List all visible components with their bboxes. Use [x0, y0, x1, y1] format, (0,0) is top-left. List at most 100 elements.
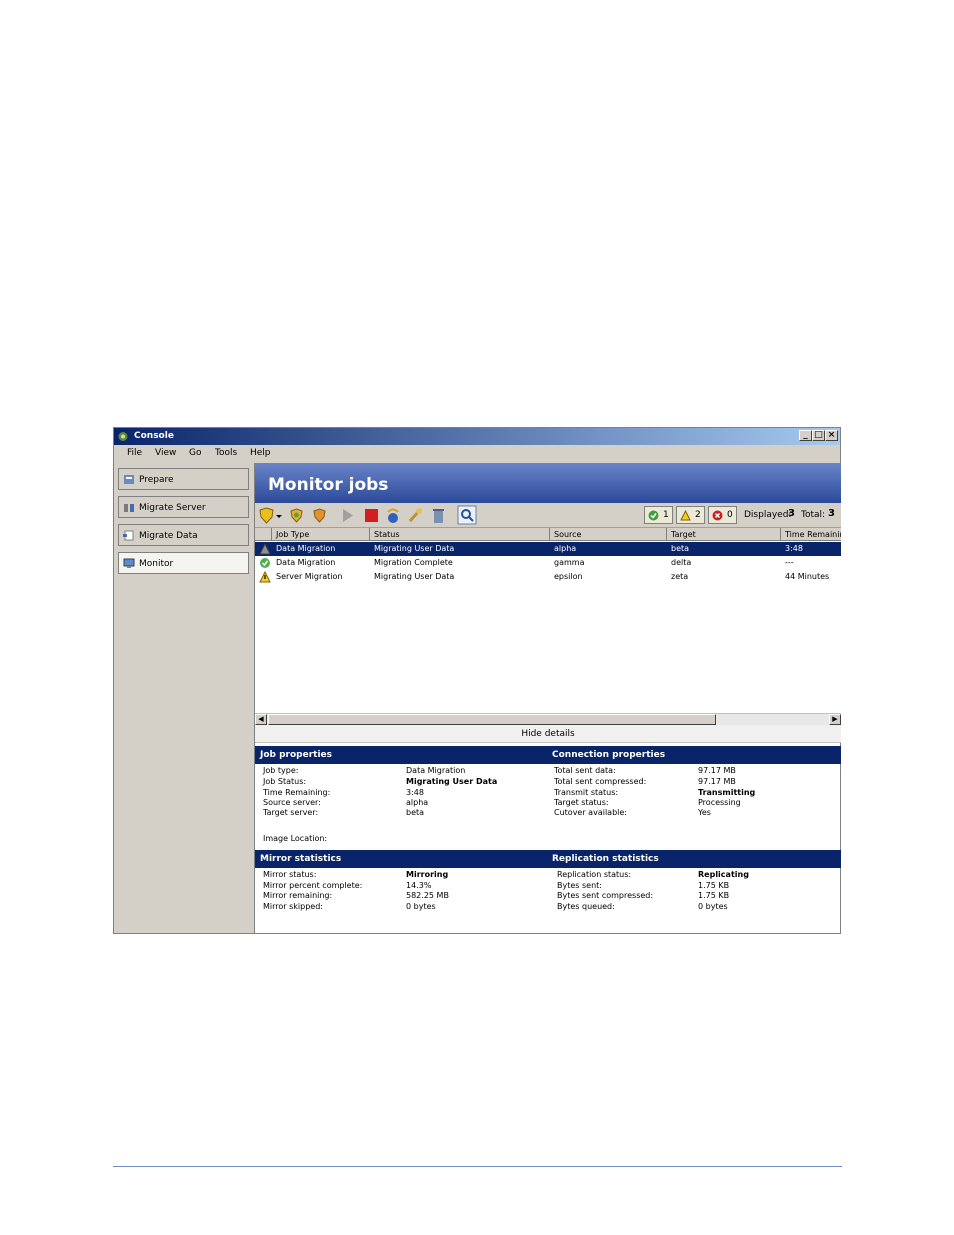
start-icon[interactable] — [339, 507, 356, 524]
cell-source: gamma — [554, 558, 585, 567]
ok-count: 1 — [663, 510, 669, 520]
prop-value: 97.17 MB — [698, 777, 736, 786]
close-button[interactable]: × — [825, 430, 838, 441]
header-job-type[interactable]: Job Type — [272, 528, 370, 541]
minimize-button[interactable]: _ — [799, 430, 812, 441]
edit-shield-icon[interactable] — [311, 507, 328, 524]
prop-value: 3:48 — [406, 788, 424, 797]
table-row[interactable]: Data Migration Migration Complete gamma … — [255, 556, 841, 570]
cell-time-remaining: 3:48 — [785, 544, 803, 553]
statistics-header-bar: Mirror statistics Replication statistics — [255, 850, 841, 868]
maximize-button[interactable]: □ — [812, 430, 825, 441]
menu-view[interactable]: View — [155, 448, 176, 458]
cell-target: beta — [671, 544, 690, 553]
cell-status: Migration Complete — [374, 558, 453, 567]
cell-source: epsilon — [554, 572, 583, 581]
warning-job-icon — [259, 571, 271, 583]
prepare-icon — [124, 475, 134, 484]
cell-target: zeta — [671, 572, 689, 581]
nav-monitor-label: Monitor — [139, 559, 174, 569]
table-row[interactable]: Server Migration Migrating User Data eps… — [255, 570, 841, 584]
nav-prepare[interactable]: Prepare — [118, 468, 249, 490]
delete-icon[interactable] — [430, 507, 447, 524]
header-source[interactable]: Source — [550, 528, 667, 541]
table-row[interactable]: Data Migration Migrating User Data alpha… — [255, 542, 841, 556]
menu-go[interactable]: Go — [189, 448, 201, 458]
cell-time-remaining: --- — [785, 558, 794, 567]
warning-counter[interactable]: 2 — [676, 506, 705, 524]
tools-icon[interactable] — [407, 507, 424, 524]
menu-help[interactable]: Help — [250, 448, 271, 458]
ok-counter[interactable]: 1 — [644, 506, 673, 524]
cell-time-remaining: 44 Minutes — [785, 572, 830, 581]
prop-label: Transmit status: — [554, 788, 619, 797]
cell-job-type: Data Migration — [276, 558, 336, 567]
hide-details-button[interactable]: Hide details — [255, 725, 841, 743]
header-target[interactable]: Target — [667, 528, 781, 541]
prop-label: Cutover available: — [554, 808, 627, 817]
grid-header: Job Type Status Source Target Time Remai… — [255, 528, 841, 541]
scroll-left-arrow-icon[interactable]: ◀ — [255, 714, 267, 725]
cell-status: Migrating User Data — [374, 572, 455, 581]
nav-monitor[interactable]: Monitor — [118, 552, 249, 574]
stop-icon[interactable] — [363, 507, 380, 524]
navigation-pane: Prepare Migrate Server Migrate Data Moni… — [114, 463, 253, 933]
connection-properties-header: Connection properties — [552, 750, 666, 760]
stat-label: Replication status: — [557, 870, 632, 879]
prop-value: Processing — [698, 798, 741, 807]
warning-status-icon — [680, 510, 691, 521]
prop-label: Job type: — [263, 766, 299, 775]
migrate-data-icon — [123, 530, 134, 541]
prop-label: Job Status: — [263, 777, 307, 786]
job-properties-header: Job properties — [260, 750, 333, 760]
scroll-right-arrow-icon[interactable]: ▶ — [829, 714, 841, 725]
scroll-thumb[interactable] — [268, 714, 716, 725]
prop-value: Transmitting — [698, 788, 756, 797]
error-count: 0 — [727, 510, 733, 520]
horizontal-scrollbar[interactable]: ◀ ▶ — [255, 713, 841, 725]
nav-migrate-server[interactable]: Migrate Server — [118, 496, 249, 518]
page-banner: Monitor jobs — [255, 463, 841, 503]
error-counter[interactable]: 0 — [708, 506, 737, 524]
error-status-icon — [712, 510, 723, 521]
ok-job-icon — [260, 558, 270, 568]
prop-label: Source server: — [263, 798, 321, 807]
migrate-server-icon — [124, 504, 134, 512]
cell-target: delta — [671, 558, 692, 567]
prop-value: beta — [406, 808, 425, 817]
stat-value: Replicating — [698, 870, 749, 879]
title-bar[interactable]: Console _ □ × — [114, 428, 840, 445]
prop-value: Migrating User Data — [406, 777, 498, 786]
stat-label: Mirror skipped: — [263, 902, 323, 911]
cell-source: alpha — [554, 544, 577, 553]
page-footer-rule — [113, 1166, 842, 1167]
menu-file[interactable]: File — [127, 448, 142, 458]
header-status[interactable]: Status — [370, 528, 550, 541]
view-details-icon[interactable] — [457, 505, 477, 525]
displayed-label: Displayed: — [744, 510, 792, 520]
stat-label: Mirror remaining: — [263, 891, 333, 900]
nav-migrate-server-label: Migrate Server — [139, 503, 206, 513]
stat-label: Bytes sent: — [557, 881, 602, 890]
header-icon-column[interactable] — [255, 528, 272, 541]
pause-resume-icon[interactable] — [384, 507, 401, 524]
main-pane: Monitor jobs 1 2 0 Displayed: 3 Total: 3… — [254, 463, 841, 933]
prop-label: Target server: — [263, 808, 319, 817]
page-title: Monitor jobs — [268, 475, 389, 495]
stat-value: 0 bytes — [406, 902, 436, 911]
dropdown-arrow-icon[interactable] — [275, 507, 283, 524]
total-label: Total: — [801, 510, 826, 520]
replication-statistics-header: Replication statistics — [552, 854, 659, 864]
header-time-remaining[interactable]: Time Remainin — [781, 528, 841, 541]
properties-header-bar: Job properties Connection properties — [255, 746, 841, 764]
warning-count: 2 — [695, 510, 701, 520]
star-shield-icon[interactable] — [288, 507, 305, 524]
stat-label: Bytes sent compressed: — [557, 891, 654, 900]
cell-job-type: Data Migration — [276, 544, 336, 553]
mirror-statistics-header: Mirror statistics — [260, 854, 342, 864]
menu-tools[interactable]: Tools — [215, 448, 237, 458]
stat-label: Mirror percent complete: — [263, 881, 363, 890]
new-job-shield-icon[interactable] — [258, 507, 275, 524]
nav-migrate-data[interactable]: Migrate Data — [118, 524, 249, 546]
running-job-icon — [259, 543, 271, 555]
